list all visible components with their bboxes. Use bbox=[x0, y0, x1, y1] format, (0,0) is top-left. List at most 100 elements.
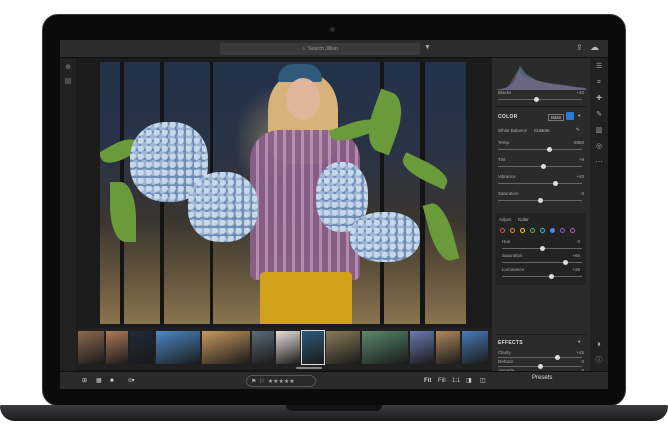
slider-label: Luminance bbox=[502, 267, 525, 272]
color-swatch[interactable] bbox=[570, 228, 575, 233]
filter-icon[interactable]: ▼ bbox=[424, 44, 431, 51]
slider-value[interactable]: 0 bbox=[581, 359, 584, 364]
filmstrip-thumbnail[interactable] bbox=[202, 331, 250, 364]
color-swatch[interactable] bbox=[540, 228, 545, 233]
filmstrip-thumbnail[interactable] bbox=[362, 331, 408, 364]
filmstrip-thumbnail[interactable] bbox=[436, 331, 460, 364]
flag-reject-icon[interactable]: ⚐ bbox=[259, 378, 264, 385]
adjust-dropdown[interactable]: Color bbox=[518, 217, 529, 222]
edit-sliders-icon[interactable]: ☰ bbox=[594, 62, 604, 72]
healing-brush-icon[interactable]: ✚ bbox=[594, 94, 604, 104]
presets-button[interactable]: Presets bbox=[532, 375, 552, 381]
filmstrip-thumbnail[interactable] bbox=[130, 331, 154, 364]
share-icon[interactable]: ⇪ bbox=[576, 43, 583, 52]
filmstrip-thumbnail[interactable] bbox=[276, 331, 300, 364]
slider-value[interactable]: 0 bbox=[577, 239, 580, 244]
more-icon[interactable]: ⋯ bbox=[594, 158, 604, 168]
square-grid-icon[interactable]: ▦ bbox=[96, 376, 102, 386]
slider-track[interactable] bbox=[498, 198, 582, 203]
color-swatch[interactable] bbox=[530, 228, 535, 233]
filmstrip-thumbnail[interactable] bbox=[326, 331, 360, 364]
leaf bbox=[110, 182, 136, 242]
cloud-icon[interactable]: ☁ bbox=[590, 42, 599, 53]
slider-track[interactable] bbox=[502, 260, 582, 265]
leaf bbox=[422, 200, 460, 264]
color-mixer-toggle[interactable] bbox=[566, 112, 574, 120]
info-icon[interactable]: ⓘ bbox=[594, 356, 604, 366]
slider-track[interactable] bbox=[498, 181, 582, 186]
slider-track[interactable] bbox=[498, 164, 582, 169]
adjust-label: Adjust bbox=[499, 217, 512, 222]
eyedropper-icon[interactable]: ✎ bbox=[576, 127, 580, 133]
zoom-fill-button[interactable]: Fill bbox=[438, 376, 446, 386]
slider-value[interactable]: +25 bbox=[572, 267, 580, 272]
brush-icon[interactable]: ✎ bbox=[594, 110, 604, 120]
filmstrip-thumbnail[interactable] bbox=[410, 331, 434, 364]
before-after-icon[interactable]: ◫ bbox=[480, 376, 486, 386]
slider-value[interactable]: 0 bbox=[581, 191, 584, 196]
filmstrip-thumbnail[interactable] bbox=[78, 331, 104, 364]
search-box[interactable]: ⌕ Search Jillian bbox=[220, 43, 420, 55]
flag-pick-icon[interactable]: ⚑ bbox=[251, 378, 256, 385]
color-swatch[interactable] bbox=[520, 228, 525, 233]
star-rating[interactable]: ★★★★★ bbox=[268, 378, 295, 385]
color-swatch[interactable] bbox=[500, 228, 505, 233]
slider-knob[interactable] bbox=[534, 97, 539, 102]
slider-value[interactable]: +40 bbox=[576, 174, 584, 179]
zoom-1to1-button[interactable]: 1:1 bbox=[452, 376, 460, 386]
slider-knob[interactable] bbox=[541, 164, 546, 169]
filmstrip-thumbnail[interactable] bbox=[301, 330, 325, 365]
slider-track[interactable] bbox=[498, 355, 582, 360]
slider-knob[interactable] bbox=[547, 147, 552, 152]
slider-knob[interactable] bbox=[555, 355, 560, 360]
filmstrip-thumbnail[interactable] bbox=[106, 331, 128, 364]
slider-knob[interactable] bbox=[540, 246, 545, 251]
zoom-fit-button[interactable]: Fit bbox=[424, 376, 431, 386]
chevron-down-icon[interactable]: ▾ bbox=[578, 113, 580, 119]
slider-label: Saturation bbox=[502, 253, 523, 258]
slider-knob[interactable] bbox=[549, 274, 554, 279]
single-view-icon[interactable]: ■ bbox=[110, 376, 114, 386]
radial-gradient-icon[interactable]: ◎ bbox=[594, 142, 604, 152]
white-balance-label: White Balance bbox=[498, 128, 528, 133]
color-swatch[interactable] bbox=[510, 228, 515, 233]
filmstrip-scrollbar[interactable] bbox=[296, 367, 322, 369]
slider-knob[interactable] bbox=[538, 198, 543, 203]
photo-canvas[interactable] bbox=[76, 58, 492, 328]
color-swatch[interactable] bbox=[560, 228, 565, 233]
filmstrip-thumbnail[interactable] bbox=[156, 331, 200, 364]
sort-icon[interactable]: ≡▾ bbox=[128, 376, 135, 386]
keywords-icon[interactable]: ⬧ bbox=[594, 340, 604, 350]
blacks-slider[interactable] bbox=[498, 97, 582, 102]
tree-trunk bbox=[420, 62, 425, 324]
slider-value[interactable]: 6950 bbox=[574, 140, 584, 145]
white-balance-dropdown[interactable]: Custom bbox=[534, 128, 550, 133]
slider-knob[interactable] bbox=[538, 364, 543, 369]
right-rail: ☰ ⌗ ✚ ✎ ▥ ◎ ⋯ ⬧ ⓘ bbox=[590, 58, 608, 371]
leaf bbox=[398, 152, 452, 190]
person-pants bbox=[260, 272, 352, 324]
chevron-down-icon[interactable]: ▾ bbox=[578, 339, 580, 345]
linear-gradient-icon[interactable]: ▥ bbox=[594, 126, 604, 136]
slider-value[interactable]: +9 bbox=[579, 157, 584, 162]
grid-view-icon[interactable]: ⊞ bbox=[82, 376, 87, 386]
filmstrip-thumbnail[interactable] bbox=[252, 331, 274, 364]
slider-track[interactable] bbox=[502, 274, 582, 279]
slider-knob[interactable] bbox=[563, 260, 568, 265]
slider-value[interactable]: +45 bbox=[576, 350, 584, 355]
bw-button[interactable]: B&W bbox=[548, 114, 565, 121]
slider-track[interactable] bbox=[502, 246, 582, 251]
laptop-notch bbox=[286, 405, 382, 411]
slider-track[interactable] bbox=[498, 147, 582, 152]
slider-knob[interactable] bbox=[553, 181, 558, 186]
add-photos-icon[interactable]: ⊕ bbox=[64, 64, 72, 72]
crop-icon[interactable]: ⌗ bbox=[594, 78, 604, 88]
compare-icon[interactable]: ◨ bbox=[466, 376, 472, 386]
slider-value[interactable]: +65 bbox=[572, 253, 580, 258]
color-mixer: Adjust Color Hue 0 Saturation +65 Luminance +… bbox=[496, 213, 586, 285]
slider-track[interactable] bbox=[498, 364, 582, 369]
library-icon[interactable]: ▤ bbox=[64, 78, 72, 86]
search-input[interactable]: Search Jillian bbox=[308, 46, 338, 52]
filmstrip-thumbnail[interactable] bbox=[462, 331, 488, 364]
color-swatch[interactable] bbox=[550, 228, 555, 233]
